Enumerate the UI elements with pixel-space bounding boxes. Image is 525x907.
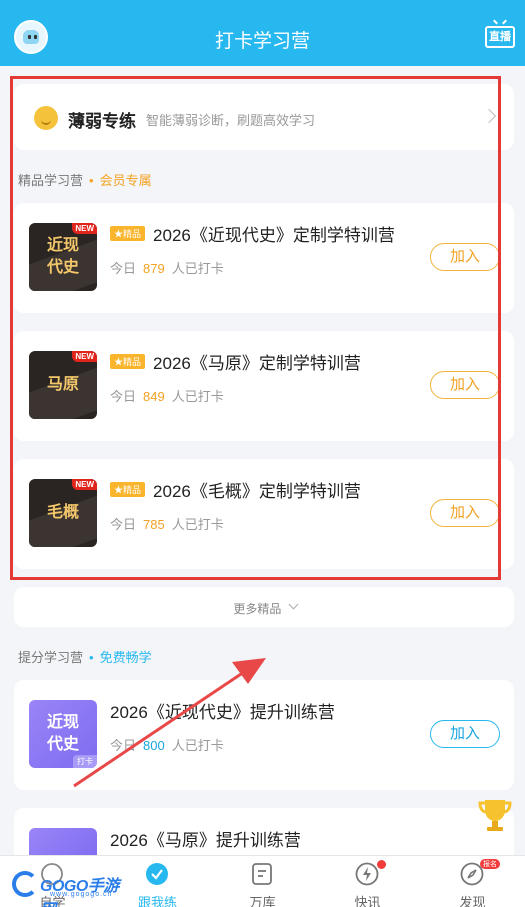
sad-face-icon [34,106,58,130]
watermark-brand: GOGO手游网 [40,878,119,907]
premium-section-tag: 会员专属 [99,173,152,188]
tab-label: 万库 [249,895,276,907]
camp-name-row: ★精品 2026《毛概》定制学特训营 [110,477,361,502]
tab-library[interactable]: 万库 [210,856,315,907]
new-badge: NEW [72,351,97,362]
camp-cover: 马原 NEW [29,351,97,419]
premium-camp-card[interactable]: 马原 NEW ★精品 2026《马原》定制学特训营 今日 849 人已打卡 加入 [14,331,514,441]
camp-name: 2026《马原》定制学特训营 [153,354,361,373]
camp-cover: 近现代史 NEW [29,223,97,291]
flash-icon [355,862,379,886]
top-bar: 打卡学习营 直播 [0,0,525,66]
premium-camp-card[interactable]: 毛概 NEW ★精品 2026《毛概》定制学特训营 今日 785 人已打卡 加入 [14,459,514,569]
premium-section-title: 精品学习营 [18,173,84,188]
watermark-site: www.gogogo.cn [50,891,113,898]
join-button[interactable]: 加入 [430,371,500,399]
premium-camp-card[interactable]: 近现代史 NEW ★精品 2026《近现代史》定制学特训营 今日 879 人已打卡 … [14,203,514,313]
camp-checkin-count: 今日 800 人已打卡 [110,738,224,753]
new-badge: NEW [72,479,97,490]
camp-checkin-count: 今日 879 人已打卡 [110,261,224,276]
page-title: 打卡学习营 [214,31,310,52]
more-premium-label: 更多精品 [233,602,282,616]
join-button[interactable]: 加入 [430,243,500,271]
join-button[interactable]: 加入 [430,499,500,527]
premium-badge: ★精品 [110,226,146,241]
tab-discover[interactable]: 报名 发现 [420,856,525,907]
premium-section-label: 精品学习营 • 会员专属 [18,173,152,188]
premium-badge: ★精品 [110,482,146,497]
premium-badge: ★精品 [110,354,146,369]
camp-checkin-count: 今日 849 人已打卡 [110,389,224,404]
tab-label: 跟我练 [137,895,177,907]
boost-section-title: 提分学习营 [18,650,84,665]
live-tv-icon[interactable]: 直播 [485,26,515,48]
camp-name: 2026《近现代史》提升训练营 [110,703,335,722]
check-circle-icon [146,863,168,885]
signup-badge: 报名 [480,859,500,869]
camp-name-row: ★精品 2026《马原》定制学特训营 [110,349,361,374]
notification-dot [377,860,386,869]
weak-practice-title: 薄弱专练 [68,112,136,131]
camp-name-row: ★精品 2026《近现代史》定制学特训营 [110,221,395,246]
new-badge: NEW [72,223,97,234]
join-button[interactable]: 加入 [430,720,500,748]
more-premium-button[interactable]: 更多精品 [14,587,514,627]
boost-section-label: 提分学习营 • 免费畅学 [18,650,152,665]
camp-cover: 近现代史 打卡 [29,700,97,768]
weak-practice-subtitle: 智能薄弱诊断，刷题高效学习 [146,113,316,128]
trophy-icon[interactable] [477,796,513,834]
library-icon [252,863,272,885]
boost-section-tag: 免费畅学 [99,650,152,665]
camp-name: 2026《近现代史》定制学特训营 [153,226,395,245]
camp-cover: 毛概 NEW [29,479,97,547]
camp-name: 2026《马原》提升训练营 [110,831,301,850]
tab-practice-with-me[interactable]: 跟我练 [105,856,210,907]
watermark-logo: GOGO手游网 www.gogogo.cn [10,868,120,907]
camp-checkin-count: 今日 785 人已打卡 [110,517,224,532]
checkin-tag: 打卡 [73,755,97,768]
chevron-right-icon [481,108,497,124]
tab-news-flash[interactable]: 快讯 [315,856,420,907]
tab-label: 发现 [459,895,486,907]
weak-practice-card[interactable]: 薄弱专练 智能薄弱诊断，刷题高效学习 [14,84,514,150]
boost-camp-card[interactable]: 近现代史 打卡 2026《近现代史》提升训练营 今日 800 人已打卡 加入 [14,680,514,790]
camp-name: 2026《毛概》定制学特训营 [153,482,361,501]
tab-label: 快讯 [354,895,381,907]
